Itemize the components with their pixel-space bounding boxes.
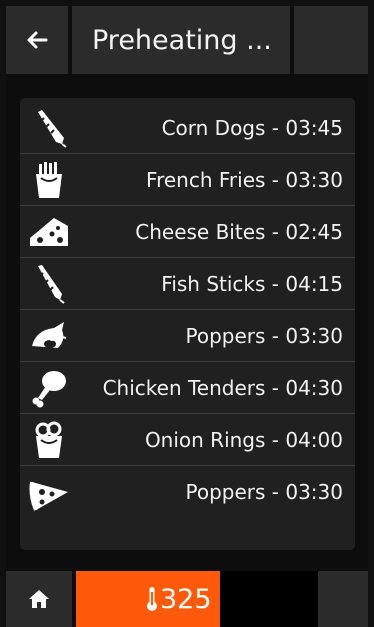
item-label: Poppers - 03:30 (185, 480, 344, 504)
header-bar: Preheating ... (6, 6, 368, 74)
popper-icon (32, 322, 67, 348)
temperature-value: 325 (160, 583, 212, 615)
item-label: Cheese Bites - 02:45 (135, 219, 343, 244)
app-frame: Preheating ... Corn Dogs - 03:45 French … (6, 6, 368, 627)
list-item-chicken-tenders[interactable]: Chicken Tenders - 04:30 (20, 362, 355, 414)
fish-stick-icon (38, 265, 65, 304)
thermometer-icon (147, 587, 157, 611)
temperature-bar-remainder (220, 571, 318, 627)
food-list-panel: Corn Dogs - 03:45 French Fries - 03:30 C… (20, 98, 355, 550)
list-item-cheese-bites[interactable]: Cheese Bites - 02:45 (20, 206, 355, 258)
french-fries-icon (36, 162, 62, 198)
cheese-icon (30, 218, 68, 246)
list-item-fish-sticks[interactable]: Fish Sticks - 04:15 (20, 258, 355, 310)
list-item-corn-dogs[interactable]: Corn Dogs - 03:45 (20, 102, 355, 154)
pizza-slice-icon (29, 481, 68, 511)
page-title-box: Preheating ... (72, 6, 290, 74)
back-arrow-icon (27, 31, 48, 49)
page-title: Preheating ... (92, 24, 272, 56)
onion-rings-icon (35, 421, 62, 458)
corn-dog-icon (38, 110, 67, 148)
list-item-onion-rings[interactable]: Onion Rings - 04:00 (20, 414, 355, 466)
list-item-poppers-2[interactable]: Poppers - 03:30 (20, 466, 355, 518)
item-label: Chicken Tenders - 04:30 (102, 375, 343, 400)
footer-bar: 325 (6, 571, 368, 627)
home-icon (29, 590, 49, 608)
list-item-french-fries[interactable]: French Fries - 03:30 (20, 154, 355, 206)
item-label: French Fries - 03:30 (146, 167, 343, 192)
home-button[interactable] (6, 571, 72, 627)
chicken-leg-icon (32, 371, 66, 408)
food-list: Corn Dogs - 03:45 French Fries - 03:30 C… (20, 102, 355, 518)
item-label: Poppers - 03:30 (185, 323, 344, 348)
footer-spacer (318, 571, 368, 627)
item-label: Onion Rings - 04:00 (144, 427, 343, 452)
item-label: Fish Sticks - 04:15 (161, 271, 343, 296)
back-button[interactable] (6, 6, 68, 74)
item-label: Corn Dogs - 03:45 (161, 115, 343, 140)
list-item-poppers[interactable]: Poppers - 03:30 (20, 310, 355, 362)
temperature-display[interactable]: 325 (76, 571, 220, 627)
header-spacer (294, 6, 368, 74)
